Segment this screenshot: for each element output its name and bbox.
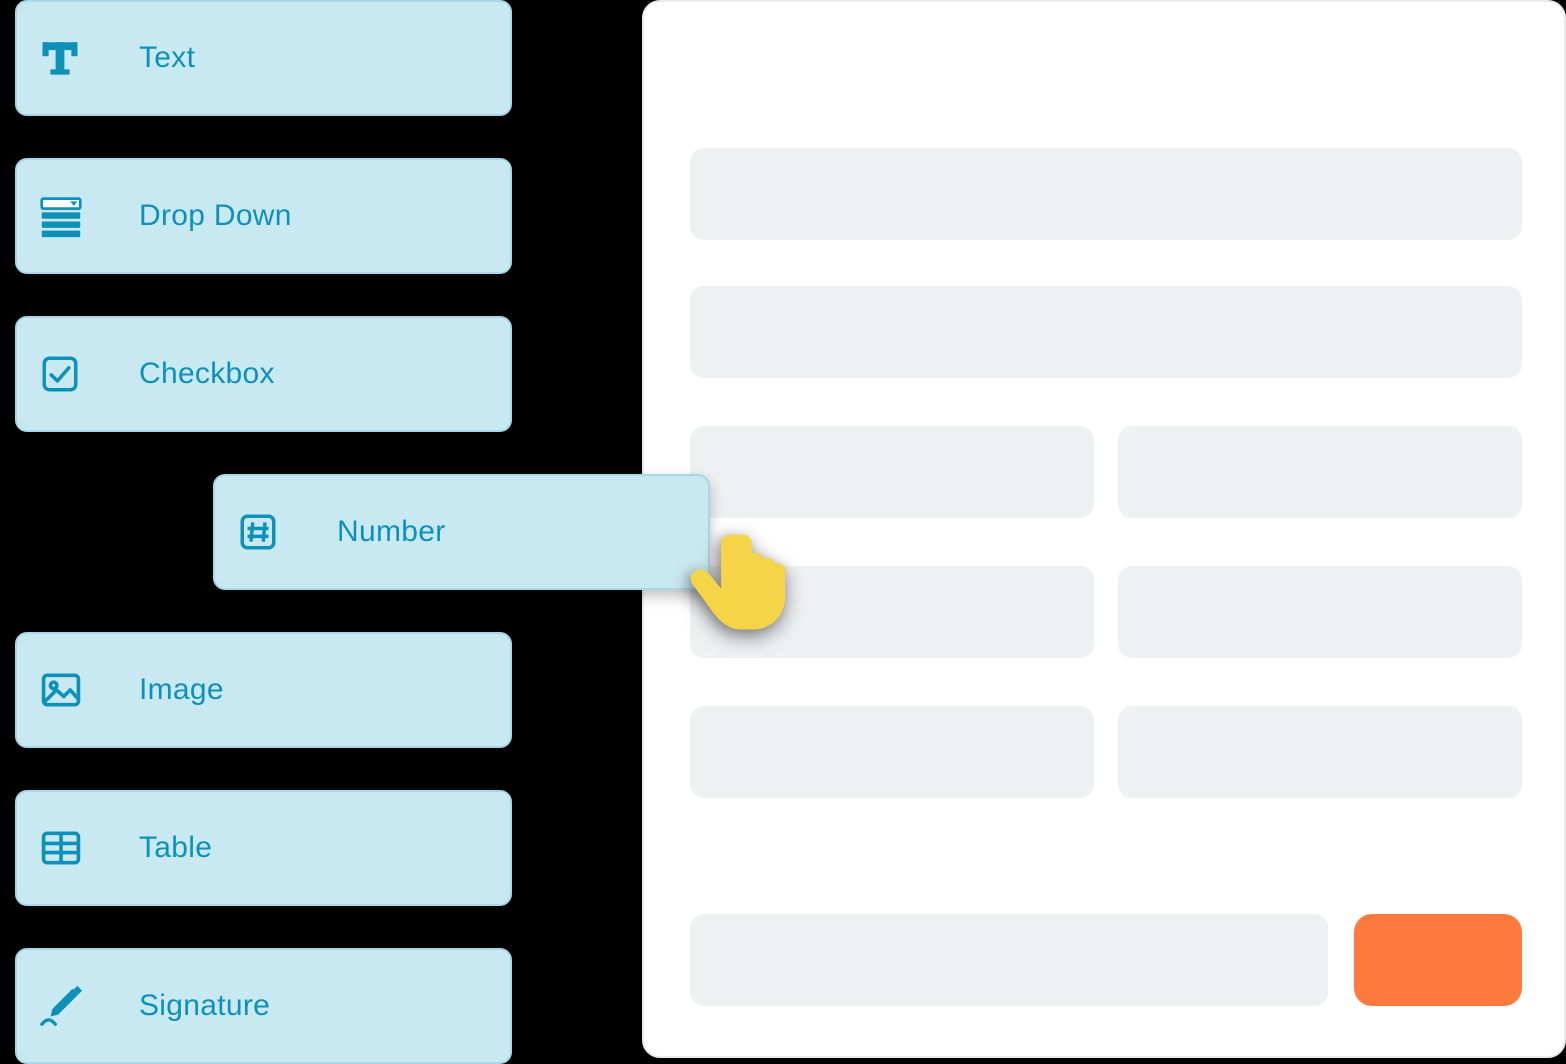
palette-item-dropdown[interactable]: Drop Down [15, 158, 512, 274]
palette-item-label: Number [337, 515, 446, 549]
table-icon [39, 826, 99, 870]
palette-item-label: Image [139, 673, 224, 707]
palette-item-checkbox[interactable]: Checkbox [15, 316, 512, 432]
palette-item-signature[interactable]: Signature [15, 948, 512, 1064]
palette-item-label: Checkbox [139, 357, 275, 391]
hash-icon [237, 511, 297, 553]
palette-item-label: Text [139, 41, 195, 75]
image-icon [39, 668, 99, 712]
palette-item-table[interactable]: Table [15, 790, 512, 906]
form-submit-button-placeholder[interactable] [1354, 914, 1522, 1006]
form-field-placeholder[interactable] [1118, 566, 1522, 658]
form-field-placeholder[interactable] [690, 286, 1522, 378]
palette-item-text[interactable]: Text [15, 0, 512, 116]
form-field-placeholder[interactable] [1118, 426, 1522, 518]
form-field-placeholder[interactable] [690, 706, 1094, 798]
palette-item-label: Signature [139, 989, 270, 1023]
letter-t-icon [39, 37, 99, 79]
drag-cursor-icon [684, 522, 812, 655]
signature-icon [39, 983, 99, 1029]
form-field-placeholder[interactable] [1118, 706, 1522, 798]
palette-item-label: Table [139, 831, 212, 865]
palette-item-image[interactable]: Image [15, 632, 512, 748]
checkbox-icon [39, 353, 99, 395]
dropdown-icon [39, 194, 99, 238]
palette-item-number[interactable]: Number [213, 474, 710, 590]
palette-item-label: Drop Down [139, 199, 292, 233]
form-field-placeholder[interactable] [690, 914, 1328, 1006]
form-field-placeholder[interactable] [690, 148, 1522, 240]
form-field-placeholder[interactable] [690, 426, 1094, 518]
